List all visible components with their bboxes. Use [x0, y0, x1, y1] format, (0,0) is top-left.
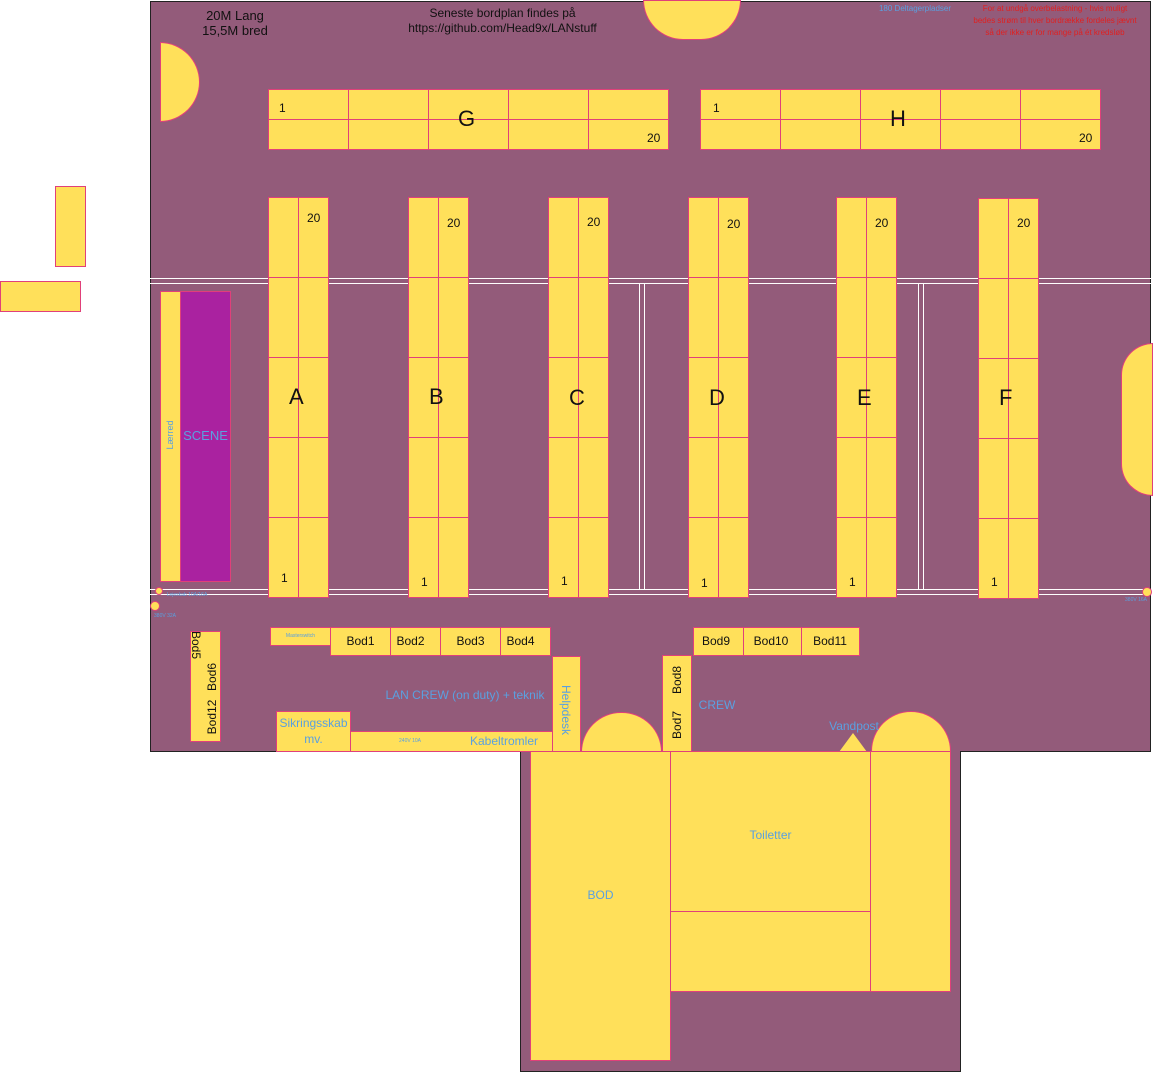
table-row-b: 20 1 B: [408, 197, 469, 598]
plan-note-line2: https://github.com/Head9x/LANstuff: [408, 21, 597, 35]
cable-drum-power-label: 240V 10A: [399, 738, 421, 744]
booth-bod1-label: Bod1: [346, 634, 375, 648]
row-b-last-seat: 20: [447, 216, 461, 230]
row-f-last-seat: 20: [1017, 216, 1031, 230]
table-row-a: 20 1 A: [268, 197, 329, 598]
room-bod-label: BOD: [587, 888, 614, 902]
row-d-first-seat: 1: [701, 576, 708, 590]
seats-note: 180 Deltagerpladser: [878, 4, 952, 13]
booth-bod8-label: Bod8: [670, 665, 684, 695]
row-d-label: D: [709, 385, 725, 410]
power-label-left-bottom: 380V 32A: [154, 613, 176, 619]
booth-bod6-label: Bod6: [205, 662, 219, 692]
row-b-first-seat: 1: [421, 575, 428, 589]
row-h-label: H: [890, 106, 906, 131]
helpdesk-label: Helpdesk: [559, 684, 573, 736]
fuse-cabinet-label-1: Sikringsskab: [279, 716, 348, 730]
row-e-last-seat: 20: [875, 216, 889, 230]
fuse-cabinet-label-2: mv.: [304, 732, 323, 746]
row-a-last-seat: 20: [307, 211, 321, 225]
row-f-first-seat: 1: [991, 575, 998, 589]
booth-bod12-label: Bod12: [205, 699, 219, 735]
row-c-last-seat: 20: [587, 215, 601, 229]
aisle-line-v3: [918, 283, 919, 589]
row-d-last-seat: 20: [727, 217, 741, 231]
aisle-line-v2: [644, 283, 645, 589]
power-outlet-left-bottom: [150, 601, 160, 611]
loose-table-horizontal: [0, 281, 81, 312]
table-row-e: 20 1 E: [836, 197, 897, 598]
booth-bod9-label: Bod9: [701, 634, 731, 648]
power-warning-line2: bedes strøm til hver bordrække fordeles …: [973, 16, 1137, 25]
power-outlet-right: [1142, 587, 1152, 597]
power-label-left-top: Lejeskab 10A/16A: [166, 592, 208, 598]
water-post-label: Vandpost: [829, 719, 879, 733]
row-h-last-seat: 20: [1079, 131, 1093, 145]
booth-bod10-label: Bod10: [753, 634, 789, 648]
row-b-label: B: [429, 384, 444, 409]
aisle-line-v4: [923, 283, 924, 589]
table-row-f: 20 1 F: [978, 198, 1039, 599]
row-e-first-seat: 1: [849, 575, 856, 589]
power-warning-line3: så der ikke er for mange på ét kredsløb: [985, 28, 1125, 37]
aisle-line-v1: [639, 283, 640, 589]
row-a-first-seat: 1: [281, 571, 288, 585]
door-right: [1121, 343, 1153, 496]
row-f-label: F: [999, 385, 1013, 410]
row-g-first-seat: 1: [279, 101, 286, 115]
plan-note-line1: Seneste bordplan findes på: [429, 6, 576, 20]
table-row-h: 1 20 H: [700, 89, 1101, 150]
stage-label: SCENE: [183, 428, 228, 443]
loose-table-vertical: [55, 186, 86, 267]
booth-bod11-label: Bod11: [813, 634, 847, 648]
row-h-first-seat: 1: [713, 101, 720, 115]
canvas-label: Lærred: [165, 420, 175, 450]
booth-bod7-label: Bod7: [670, 710, 684, 740]
table-row-g: 1 20 G: [268, 89, 669, 150]
booth-bod4-label: Bod4: [506, 634, 535, 648]
row-g-label: G: [458, 106, 476, 131]
room-toilets-lower: [670, 911, 871, 992]
dimension-width: 15,5M bred: [202, 23, 268, 38]
room-side: [870, 751, 951, 992]
table-row-d: 20 1 D: [688, 197, 749, 598]
row-e-label: E: [857, 385, 872, 410]
water-post-marker: [839, 733, 867, 752]
row-c-label: C: [569, 385, 585, 410]
booth-bod5-label: Bod5: [189, 630, 203, 660]
crew-label: CREW: [698, 698, 736, 712]
power-label-right: 380V 16A: [1125, 597, 1147, 603]
row-g-last-seat: 20: [647, 131, 661, 145]
row-c-first-seat: 1: [561, 574, 568, 588]
lan-crew-label: LAN CREW (on duty) + teknik: [385, 688, 545, 702]
row-a-label: A: [289, 384, 304, 409]
cable-drum-label: Kabeltromler: [469, 734, 539, 748]
booth-bod2-label: Bod2: [396, 634, 425, 648]
table-row-c: 20 1 C: [548, 197, 609, 598]
dimension-length: 20M Lang: [206, 8, 264, 23]
masterswitch-label: Masterswitch: [285, 633, 316, 639]
booth-bod3-label: Bod3: [456, 634, 485, 648]
room-toilets-label: Toiletter: [749, 828, 792, 842]
room-bod: [530, 751, 671, 1061]
power-warning-line1: For at undgå overbelastning - hvis mulig…: [982, 4, 1128, 13]
